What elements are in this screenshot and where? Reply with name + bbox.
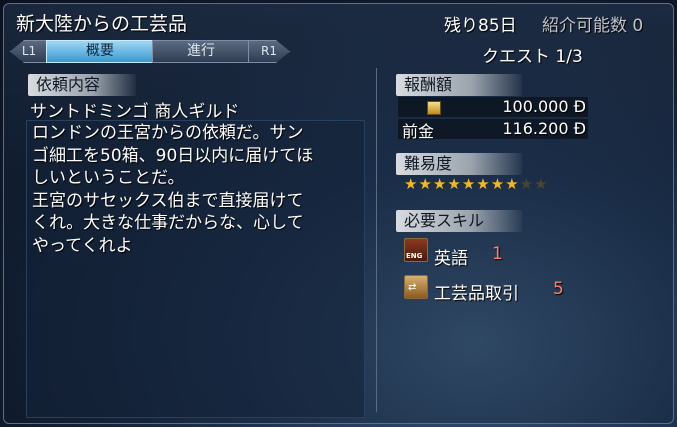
craft-trade-icon: ⇄	[404, 275, 428, 299]
description-line: ゴ細工を50箱、90日以内に届けてほ	[32, 145, 314, 166]
difficulty-section-label: 難易度	[396, 153, 522, 175]
description-line: しいということだ。	[32, 168, 185, 188]
skill-name: 英語	[434, 249, 468, 269]
days-left: 残り85日	[444, 16, 517, 36]
skill-level: 5	[553, 279, 564, 299]
star-filled-icon: ★	[418, 175, 433, 193]
tab-summary[interactable]: 概要	[46, 40, 154, 63]
quest-progress: クエスト 1/3	[482, 47, 583, 67]
description-line: くれ。大きな仕事だからな、心して	[32, 213, 304, 233]
star-filled-icon: ★	[447, 175, 462, 193]
reward-amount: 100.000 Ð	[502, 97, 586, 116]
star-filled-icon: ★	[461, 175, 477, 193]
english-book-icon: ENG	[404, 238, 428, 262]
request-description: ロンドンの王宮からの依頼だ。サン ゴ細工を50箱、90日以内に届けてほ しいとい…	[32, 122, 362, 257]
star-filled-icon: ★	[432, 175, 448, 193]
difficulty-stars: ★★★★★★★★★★	[404, 175, 549, 193]
advance-amount: 116.200 Ð	[502, 119, 586, 138]
star-filled-icon: ★	[404, 175, 419, 193]
introducible-count: 紹介可能数 0	[542, 16, 644, 36]
gold-coin-icon	[427, 101, 441, 115]
request-section-label: 依頼内容	[28, 74, 136, 96]
star-empty-icon: ★	[519, 175, 535, 193]
panel-divider	[376, 68, 377, 412]
skill-level: 1	[492, 244, 503, 264]
star-empty-icon: ★	[534, 175, 549, 193]
description-line: ロンドンの王宮からの依頼だ。サン	[32, 123, 304, 143]
skill-name: 工芸品取引	[434, 284, 519, 304]
advance-label: 前金	[402, 122, 435, 141]
requester-name: サントドミンゴ 商人ギルド	[30, 102, 240, 122]
reward-section-label: 報酬額	[396, 74, 522, 96]
quest-title: 新大陸からの工芸品	[16, 13, 188, 35]
tab-next-r1[interactable]: R1	[248, 40, 290, 63]
tab-prev-l1[interactable]: L1	[10, 40, 48, 63]
skills-section-label: 必要スキル	[396, 210, 522, 232]
star-filled-icon: ★	[505, 175, 520, 193]
tab-progress[interactable]: 進行	[152, 40, 250, 63]
description-line: やってくれよ	[32, 235, 133, 256]
description-line: 王宮のサセックス伯まで直接届けて	[32, 190, 304, 211]
star-filled-icon: ★	[476, 175, 491, 193]
tab-bar: L1 概要 進行 R1	[10, 40, 292, 64]
star-filled-icon: ★	[490, 175, 506, 193]
